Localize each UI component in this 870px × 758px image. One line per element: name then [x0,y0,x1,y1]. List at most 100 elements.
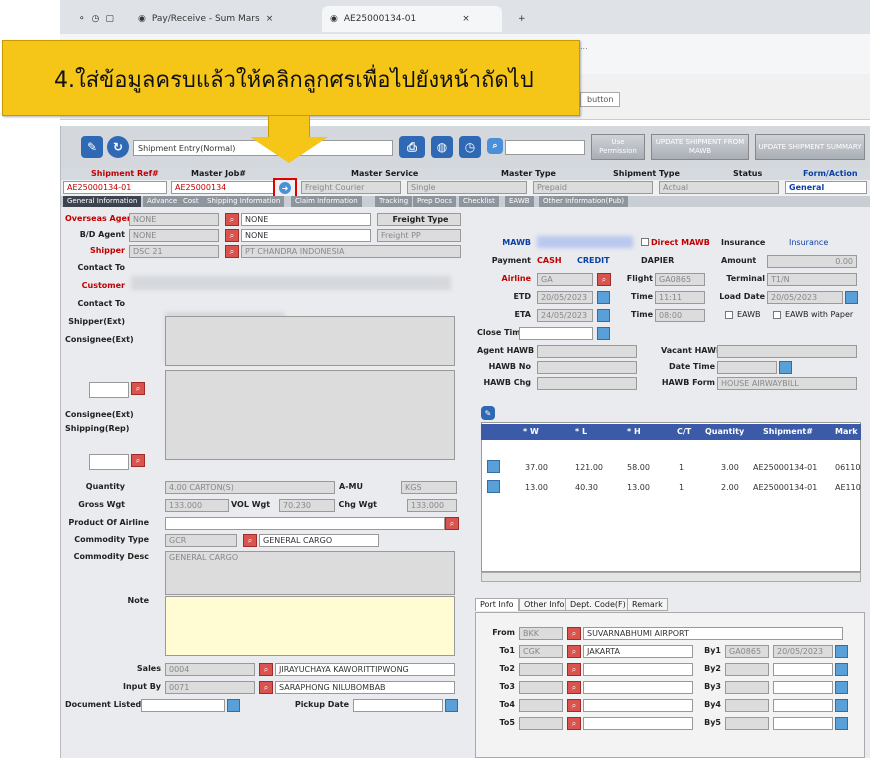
eta-time-field[interactable]: 08:00 [655,309,705,322]
hawb-no-field[interactable] [537,361,637,374]
agent-hawb-field[interactable] [537,345,637,358]
by3-date[interactable] [773,681,833,694]
tab-tracking[interactable]: Tracking [375,196,413,207]
tab-shipping-information[interactable]: Shipping Information [203,196,285,207]
shipper-lookup-icon[interactable]: ⌕ [225,245,239,258]
shipment-type-select[interactable]: Prepaid [533,181,653,194]
input-by-lookup-icon[interactable]: ⌕ [259,681,273,694]
date-time-field[interactable] [717,361,777,374]
to4-code[interactable] [519,699,563,712]
to3-lookup-icon[interactable]: ⌕ [567,681,581,694]
browser-tab-1[interactable]: ◉ Pay/Receive - Sum Mars × [130,6,320,32]
strip-button[interactable]: button [580,92,621,107]
vol-wgt-field[interactable]: 70.230 [279,499,335,512]
hawb-form-select[interactable]: HOUSE AIRWAYBILL [717,377,857,390]
to5-lookup-icon[interactable]: ⌕ [567,717,581,730]
input-by-name[interactable]: SARAPHONG NILUBOMBAB [275,681,455,694]
by5-calendar-icon[interactable] [835,717,848,730]
url-text[interactable]: ... [580,42,870,51]
by5-date[interactable] [773,717,833,730]
bd-agent-lookup-icon[interactable]: ⌕ [225,229,239,242]
quantity-field[interactable]: 4.00 CARTON(S) [165,481,335,494]
form-action-select[interactable]: General [785,181,867,194]
row-edit-icon[interactable] [487,460,500,473]
by2-date[interactable] [773,663,833,676]
status-select[interactable]: Actual [659,181,779,194]
load-date-field[interactable]: 20/05/2023 [767,291,843,304]
to2-name[interactable] [583,663,693,676]
etd-field[interactable]: 20/05/2023 [537,291,593,304]
by1-code[interactable]: GA0865 [725,645,769,658]
eawb-checkbox[interactable] [725,311,733,319]
history-icon[interactable]: ◷ [92,14,100,24]
input-by-code[interactable]: 0071 [165,681,255,694]
by3-calendar-icon[interactable] [835,681,848,694]
close-time-field[interactable] [519,327,593,340]
etd-calendar-icon[interactable] [597,291,610,304]
load-date-calendar-icon[interactable] [845,291,858,304]
commodity-type-name[interactable]: GENERAL CARGO [259,534,379,547]
bd-agent-name[interactable]: NONE [241,229,371,242]
next-arrow-button[interactable]: ➜ [279,182,291,194]
table-row[interactable]: 13.00 40.30 13.00 1 2.00 AE25000134-01 A… [481,480,861,496]
notify-lookup-icon[interactable]: ⌕ [131,454,145,467]
shipper-ext-box[interactable] [165,316,455,366]
a-mu-field[interactable]: KGS [401,481,457,494]
shipment-ref-field[interactable]: AE25000134-01 [63,181,167,194]
grid-horizontal-scrollbar[interactable] [481,572,861,582]
by2-code[interactable] [725,663,769,676]
sales-lookup-icon[interactable]: ⌕ [259,663,273,676]
pickup-calendar-icon[interactable] [445,699,458,712]
vacant-hawb-field[interactable] [717,345,857,358]
close-time-calendar-icon[interactable] [597,327,610,340]
tab-other-information[interactable]: Other Information(Pub) [539,196,629,207]
search-input[interactable] [505,140,585,155]
from-lookup-icon[interactable]: ⌕ [567,627,581,640]
overseas-agent-code[interactable]: NONE [129,213,219,226]
to2-lookup-icon[interactable]: ⌕ [567,663,581,676]
clock-icon[interactable]: ◷ [459,136,481,158]
profile-icon[interactable]: ⚬ [78,14,86,24]
by4-calendar-icon[interactable] [835,699,848,712]
date-time-calendar-icon[interactable] [779,361,792,374]
notify-code-field[interactable] [89,454,129,470]
payment-credit-option[interactable]: CREDIT [577,256,610,265]
print-icon[interactable]: ⎙ [399,136,425,158]
airline-code[interactable]: GA [537,273,593,286]
to5-name[interactable] [583,717,693,730]
master-service-select[interactable]: Freight Courier [301,181,401,194]
by4-code[interactable] [725,699,769,712]
from-name[interactable]: SUVARNABHUMI AIRPORT [583,627,843,640]
commodity-type-code[interactable]: GCR [165,534,237,547]
eta-calendar-icon[interactable] [597,309,610,322]
tab-claim-information[interactable]: Claim Information [291,196,362,207]
flight-field[interactable]: GA0865 [655,273,705,286]
by4-date[interactable] [773,699,833,712]
by1-date[interactable]: 20/05/2023 [773,645,833,658]
gross-wgt-field[interactable]: 133.000 [165,499,229,512]
by5-code[interactable] [725,717,769,730]
tab-remark[interactable]: Remark [627,598,668,611]
to4-name[interactable] [583,699,693,712]
consignee-box[interactable] [165,370,455,460]
hawb-chg-select[interactable] [537,377,637,390]
consignee-code-field[interactable] [89,382,129,398]
new-tab-button[interactable]: + [510,6,534,32]
tab-other-info[interactable]: Other Info [519,598,570,611]
close-icon[interactable]: × [266,14,274,24]
master-type-select[interactable]: Single [407,181,527,194]
eawb-paper-checkbox[interactable] [773,311,781,319]
to3-name[interactable] [583,681,693,694]
tab-dept-code[interactable]: Dept. Code(F) [565,598,631,611]
by1-calendar-icon[interactable] [835,645,848,658]
to2-code[interactable] [519,663,563,676]
close-icon[interactable]: × [462,14,470,24]
to1-lookup-icon[interactable]: ⌕ [567,645,581,658]
to3-code[interactable] [519,681,563,694]
sales-name[interactable]: JIRAYUCHAYA KAWORITTIPWONG [275,663,455,676]
update-shipment-summary-button[interactable]: UPDATE SHIPMENT SUMMARY [755,134,865,160]
amount-field[interactable]: 0.00 [767,255,857,268]
overseas-agent-lookup-icon[interactable]: ⌕ [225,213,239,226]
tab-advance[interactable]: Advance [143,196,182,207]
freight-pp-select[interactable]: Freight PP [377,229,461,242]
